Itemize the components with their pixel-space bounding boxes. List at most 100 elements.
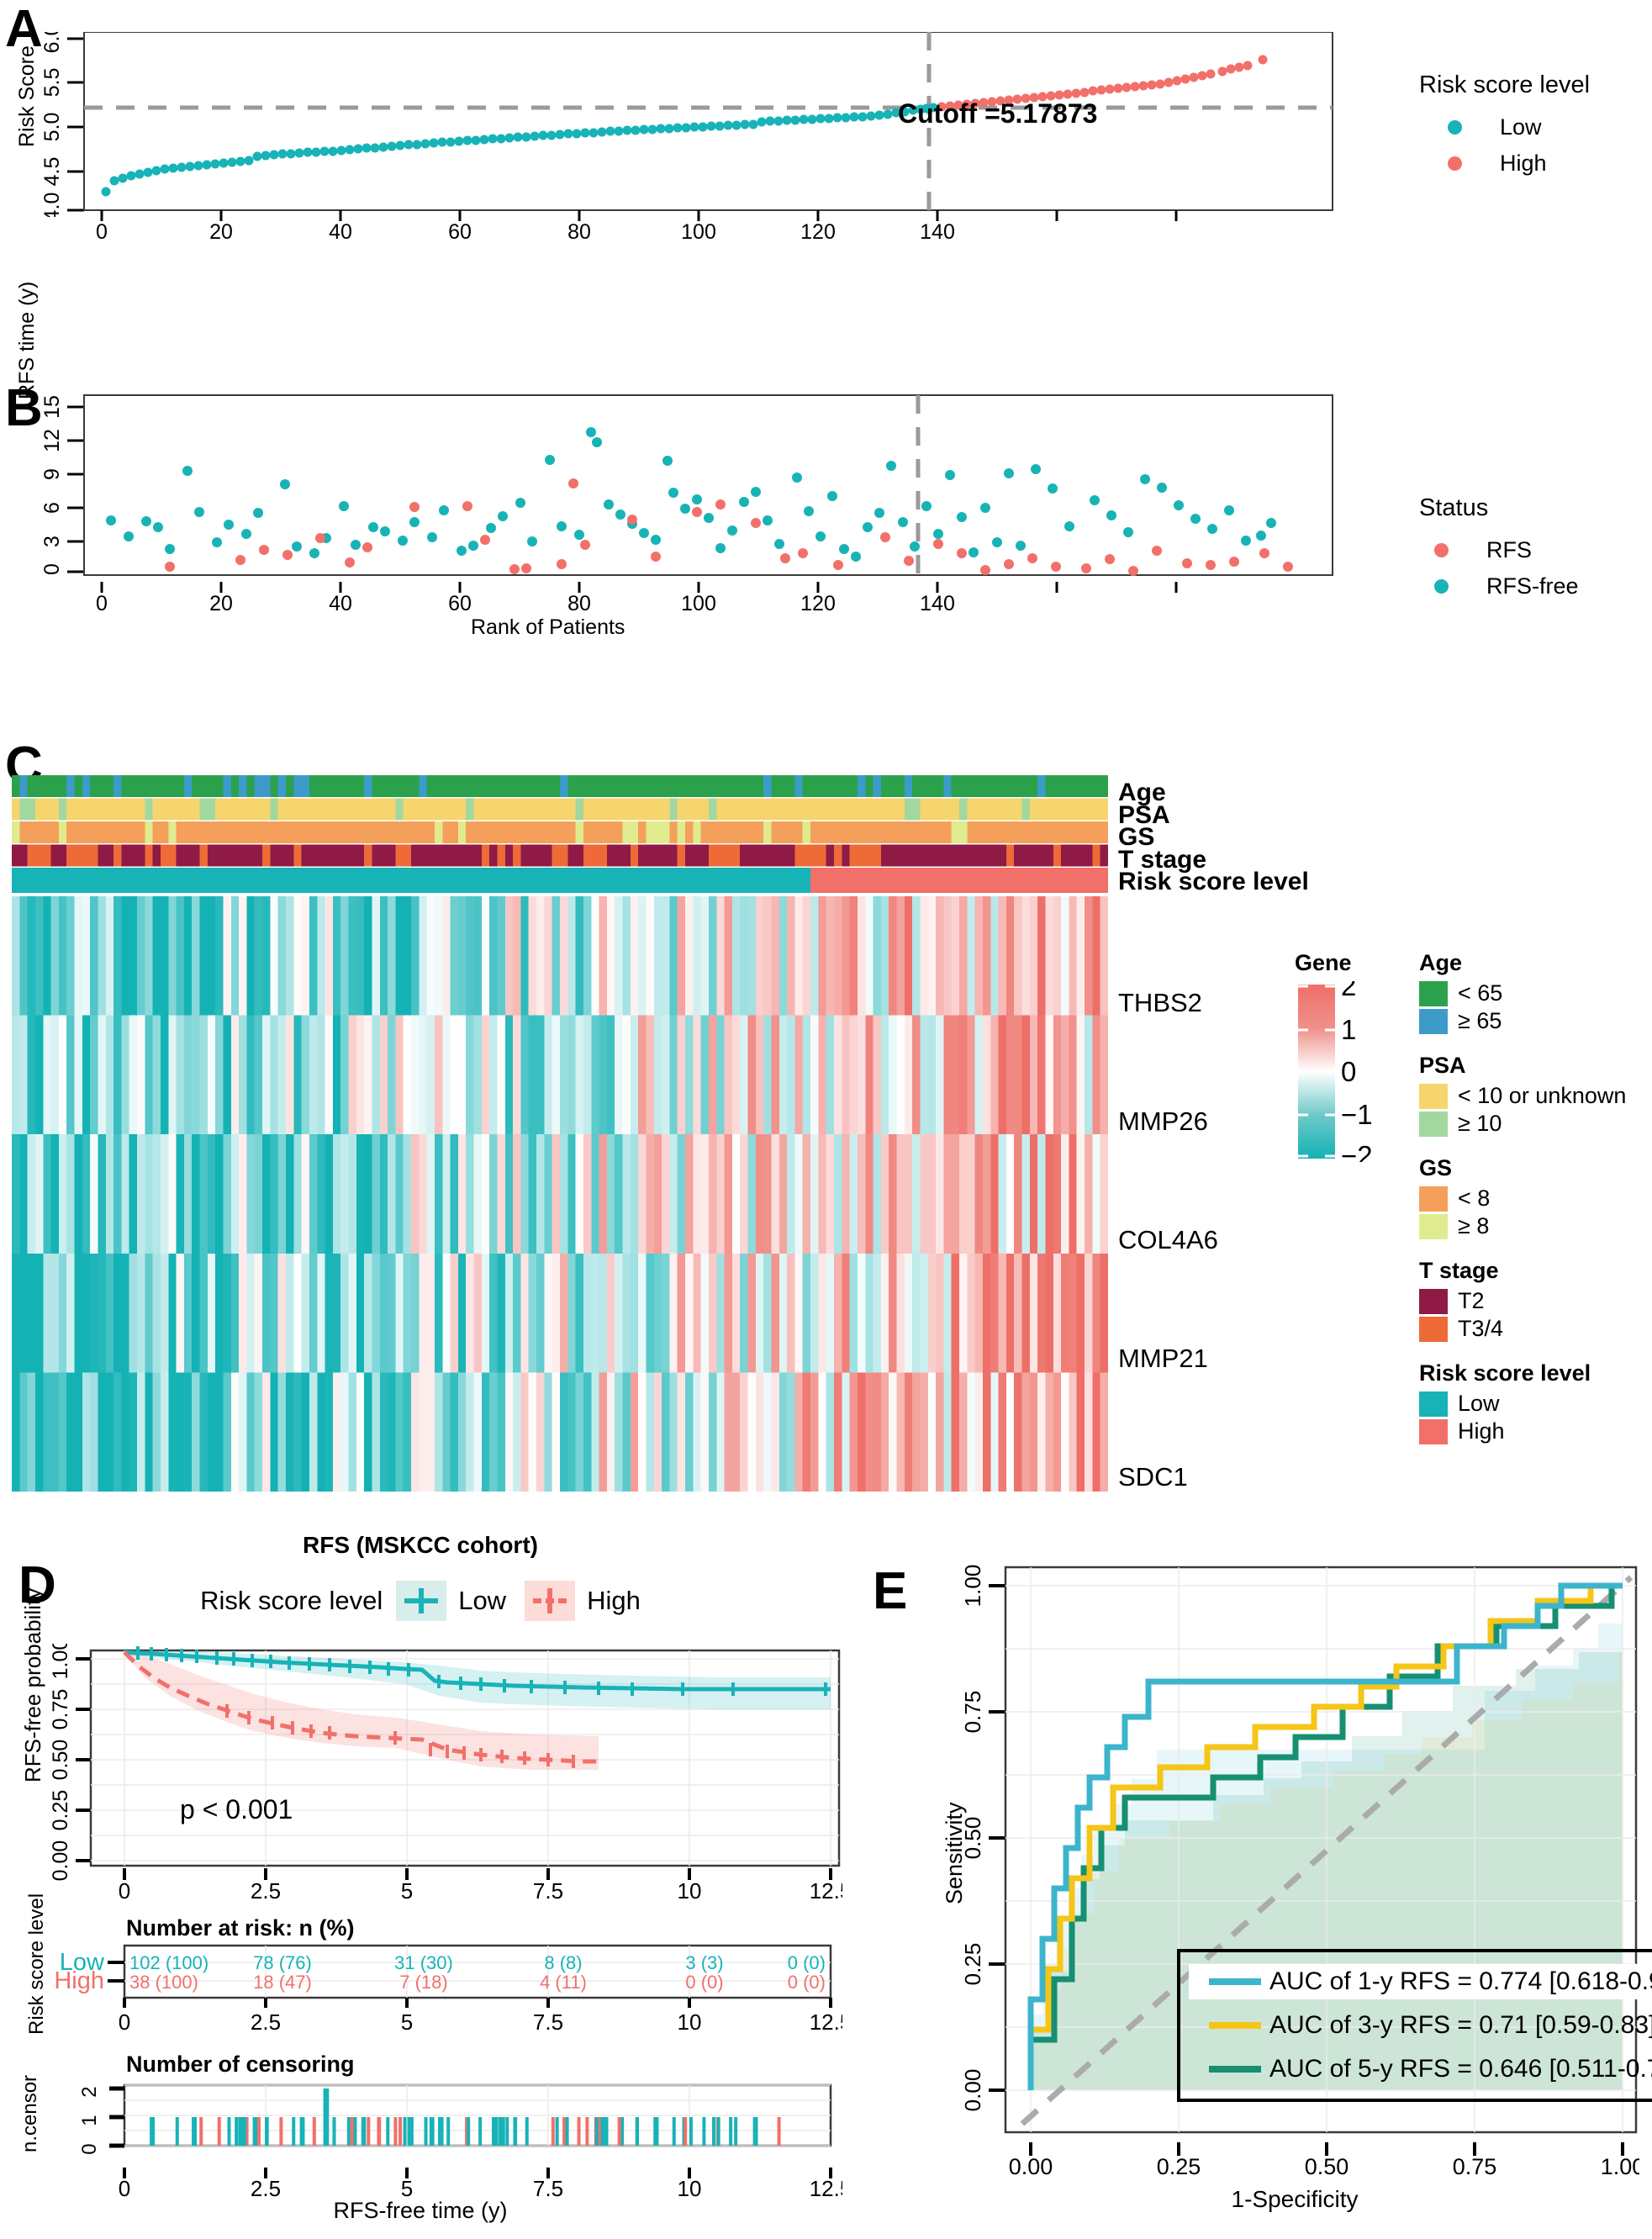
heatmap-cell <box>747 1253 757 1373</box>
heatmap-cell <box>1037 1134 1047 1254</box>
annotation-cell <box>857 775 866 797</box>
heatmap-cell <box>1069 1134 1078 1254</box>
annotation-cell <box>1100 821 1108 843</box>
annotation-cell <box>1029 798 1038 821</box>
heatmap-cell <box>700 896 710 1017</box>
heatmap-cell <box>716 1015 726 1135</box>
roc-ytick-075: 0.75 <box>960 1691 985 1734</box>
annotation-cell <box>536 775 545 797</box>
annotation-cell <box>497 798 506 821</box>
annotation-cell <box>599 821 608 843</box>
heatmap-cell <box>943 1015 953 1135</box>
annotation-cell <box>904 821 913 843</box>
annotation-cell <box>199 775 208 797</box>
annotation-cell <box>58 821 67 843</box>
annotation-cell <box>818 775 827 797</box>
heatmap-cell <box>912 1134 921 1254</box>
heatmap-cell <box>1021 896 1031 1017</box>
annotation-cell <box>1085 775 1093 797</box>
heatmap-cell <box>90 1015 99 1135</box>
heatmap-cell <box>277 896 287 1017</box>
annotation-cell <box>990 798 1000 821</box>
censor-xtick-0: 0 <box>119 2176 130 2198</box>
annotation-cell <box>262 844 271 867</box>
heatmap-cell <box>1076 1134 1085 1254</box>
annotation-cell <box>857 798 866 821</box>
heatmap-cell <box>849 1015 858 1135</box>
heatmap-cell <box>826 1253 835 1373</box>
annotation-cell <box>309 821 318 843</box>
heatmap-cell <box>230 1253 240 1373</box>
panel-c-annotation-labels: Age PSA GS T stage Risk score level <box>1118 780 1309 894</box>
heatmap-cell <box>920 1015 929 1135</box>
heatmap-cell <box>1100 1015 1108 1135</box>
annotation-cell <box>113 821 122 843</box>
heatmap-cell <box>1061 1372 1070 1492</box>
annotation-cell <box>325 775 334 797</box>
heatmap-cell <box>82 1134 91 1254</box>
heatmap-cell <box>364 1015 373 1135</box>
heatmap-cell <box>865 1253 874 1373</box>
heatmap-cell <box>152 896 161 1017</box>
heatmap-cell <box>904 896 913 1017</box>
heatmap-cell <box>145 1253 154 1373</box>
annotation-cell <box>168 775 177 797</box>
heatmap-cell <box>834 1015 842 1135</box>
annotation-cell <box>1029 775 1038 797</box>
annotation-cell <box>1100 775 1108 797</box>
heatmap-cell <box>168 1372 177 1492</box>
heatmap-cell <box>325 1372 334 1492</box>
heatmap-cell <box>959 1372 968 1492</box>
heatmap-cell <box>1069 1253 1078 1373</box>
annotation-cell <box>74 844 83 867</box>
heatmap-cell <box>740 1015 749 1135</box>
heatmap-cell <box>1100 896 1108 1017</box>
annotation-cell <box>669 844 678 867</box>
heatmap-cell <box>411 1134 420 1254</box>
heatmap-cell <box>778 1253 788 1373</box>
heatmap-cell <box>145 1015 154 1135</box>
heatmap-cell <box>66 896 76 1017</box>
heatmap-cell <box>82 1372 91 1492</box>
panel-d-legend-low-label: Low <box>458 1586 507 1615</box>
heatmap-cell <box>771 896 780 1017</box>
annotation-cell <box>90 821 99 843</box>
heatmap-cell <box>105 1372 114 1492</box>
annotation-cell <box>708 821 717 843</box>
panel-d-legend-high-label: High <box>587 1586 641 1615</box>
annotation-cell <box>794 844 804 867</box>
annotation-cell <box>740 821 749 843</box>
annotation-cell <box>372 844 381 867</box>
panel-a-ytick-55: 5.5 <box>40 68 64 98</box>
panel-d-title: RFS (MSKCC cohort) <box>303 1532 538 1558</box>
annotation-cell <box>653 775 662 797</box>
annotation-cell <box>967 821 976 843</box>
heatmap-cell <box>340 1015 350 1135</box>
heatmap-cell <box>662 896 670 1017</box>
heatmap-cell <box>356 1015 365 1135</box>
heatmap-cell <box>615 896 624 1017</box>
heatmap-cell <box>842 896 851 1017</box>
heatmap-cell <box>325 1253 334 1373</box>
heatmap-cell <box>388 896 396 1017</box>
heatmap-cell <box>364 1253 373 1373</box>
annotation-cell <box>967 844 976 867</box>
panel-a-ytick-5: 5.0 <box>40 113 64 142</box>
heatmap-cell <box>98 1134 107 1254</box>
heatmap-cell <box>787 1253 796 1373</box>
auc-legend-row-5y: AUC of 5-y RFS = 0.646 [0.511-0.78] <box>1189 2052 1652 2087</box>
annotation-cell <box>731 821 741 843</box>
gene-tick-2: 2 <box>1341 981 1356 1001</box>
heatmap-cell <box>615 1372 624 1492</box>
annotation-cell <box>160 844 169 867</box>
heatmap-cell <box>466 1253 475 1373</box>
heatmap-cell <box>145 1134 154 1254</box>
heatmap-cell <box>105 896 114 1017</box>
annotation-cell <box>889 775 898 797</box>
annotation-cell <box>176 821 185 843</box>
panel-b-legend: Status RFS RFS-free <box>1419 494 1579 599</box>
heatmap-cell <box>426 1253 435 1373</box>
annotation-cell-risk-low <box>12 868 811 893</box>
heatmap-cell <box>677 896 686 1017</box>
heatmap-cell <box>309 1134 318 1254</box>
